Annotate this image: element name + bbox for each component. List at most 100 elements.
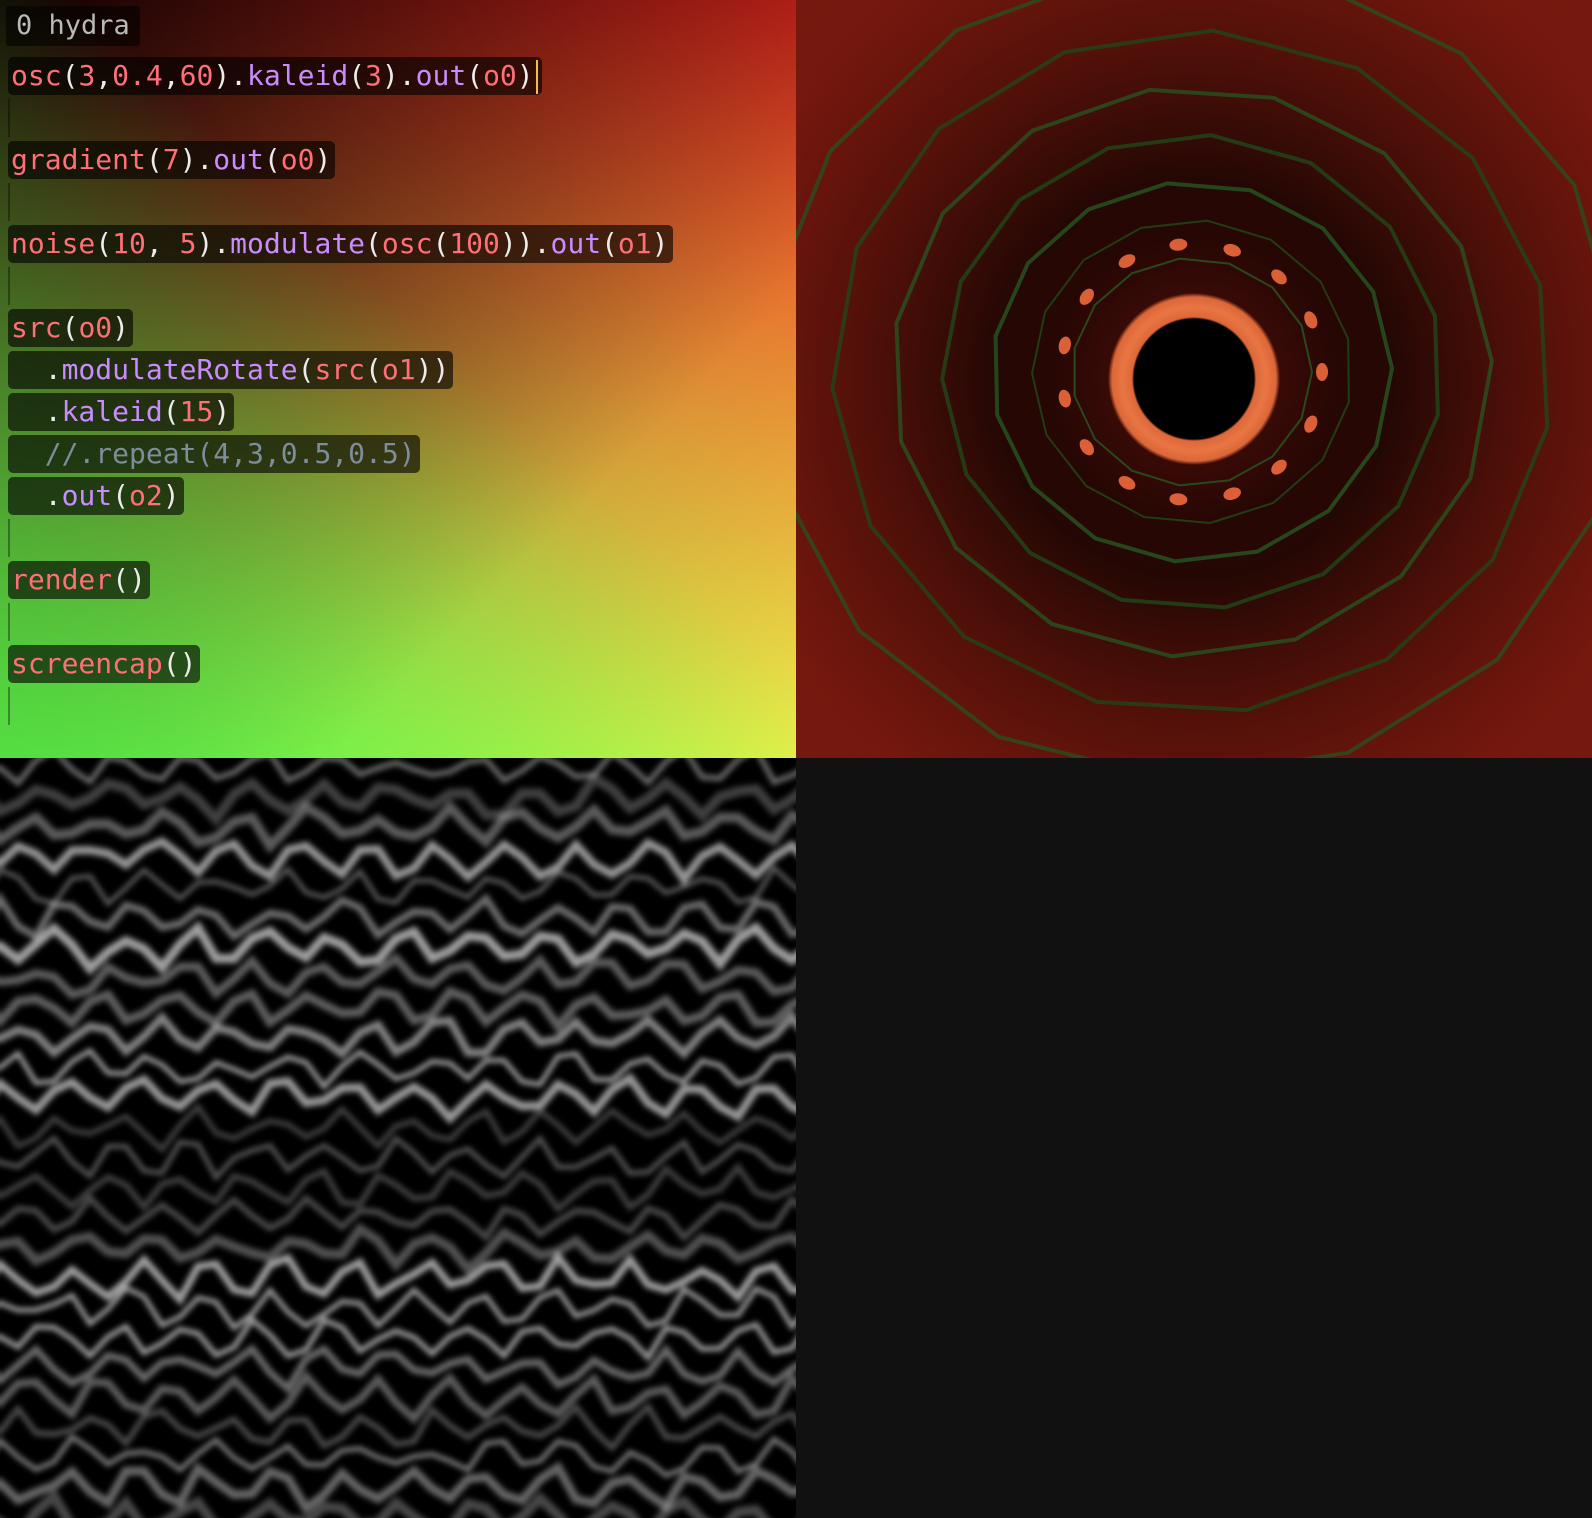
code-line[interactable] — [0, 685, 796, 727]
code-token: gradient — [11, 143, 146, 176]
code-token: ( — [263, 143, 281, 176]
code-token: 0.4 — [112, 59, 163, 92]
line-gutter-mark — [8, 603, 10, 641]
code-token: ( — [61, 59, 79, 92]
code-line[interactable] — [0, 265, 796, 307]
line-gutter-mark — [8, 183, 10, 221]
code-token: ) — [651, 227, 669, 260]
code-line[interactable] — [0, 517, 796, 559]
code-token: ). — [381, 59, 416, 92]
code-token: )) — [415, 353, 450, 386]
code-token: , — [162, 59, 180, 92]
line-gutter-mark — [8, 267, 10, 305]
code-token: src — [314, 353, 366, 386]
code-line[interactable]: .kaleid(15) — [0, 391, 796, 433]
code-token: ). — [213, 59, 248, 92]
code-line[interactable]: noise(10, 5).modulate(osc(100)).out(o1) — [0, 223, 796, 265]
editor-title: 0 hydra — [6, 6, 140, 46]
code-token: ) — [162, 479, 180, 512]
code-token: ). — [196, 227, 231, 260]
code-text[interactable]: //.repeat(4,3,0.5,0.5) — [8, 435, 420, 473]
code-text[interactable]: osc(3,0.4,60).kaleid(3).out(o0) — [8, 57, 542, 95]
code-token: 10 — [112, 227, 146, 260]
code-text[interactable]: render() — [8, 561, 150, 599]
code-token: ) — [112, 311, 130, 344]
code-token: kaleid — [61, 395, 163, 428]
code-text[interactable]: .kaleid(15) — [8, 393, 235, 431]
code-token: ( — [601, 227, 618, 260]
code-line[interactable]: gradient(7).out(o0) — [0, 139, 796, 181]
code-token: ) — [314, 143, 332, 176]
code-token: //.repeat(4,3,0.5,0.5) — [44, 437, 416, 470]
code-token: ) — [516, 59, 534, 92]
code-line[interactable]: screencap() — [0, 643, 796, 685]
code-token: , — [145, 227, 180, 260]
code-token: o0 — [483, 59, 517, 92]
code-token: )). — [499, 227, 551, 260]
hydra-canvas: 0 hydra osc(3,0.4,60).kaleid(3).out(o0) g… — [0, 0, 1592, 1518]
code-token: ( — [466, 59, 484, 92]
code-token: . — [44, 395, 62, 428]
code-token: ( — [365, 353, 382, 386]
code-token: 60 — [179, 59, 214, 92]
code-token: ( — [348, 59, 366, 92]
code-token: modulate — [230, 227, 366, 260]
code-lines[interactable]: osc(3,0.4,60).kaleid(3).out(o0) gradient(… — [0, 55, 796, 727]
code-token: ( — [95, 227, 113, 260]
code-token: , — [95, 59, 113, 92]
code-token: ( — [365, 227, 382, 260]
code-token: . — [44, 479, 62, 512]
text-cursor — [535, 60, 538, 94]
code-token: osc — [11, 59, 62, 92]
code-token: out — [213, 143, 264, 176]
code-line[interactable]: osc(3,0.4,60).kaleid(3).out(o0) — [0, 55, 796, 97]
output-o2-kaleid — [796, 0, 1592, 758]
code-token: screencap — [11, 647, 163, 680]
code-token: o1 — [617, 227, 652, 260]
code-line[interactable]: .out(o2) — [0, 475, 796, 517]
code-token: out — [61, 479, 113, 512]
code-token: 15 — [179, 395, 214, 428]
code-token: o2 — [129, 479, 163, 512]
code-token: 100 — [449, 227, 500, 260]
code-text[interactable]: .modulateRotate(src(o1)) — [8, 351, 454, 389]
kaleid-pattern — [796, 0, 1592, 758]
code-token: noise — [11, 227, 96, 260]
code-token: ( — [162, 395, 180, 428]
line-gutter-mark — [8, 687, 10, 725]
code-token: out — [550, 227, 602, 260]
code-token: o0 — [78, 311, 113, 344]
code-line[interactable]: src(o0) — [0, 307, 796, 349]
code-text[interactable]: gradient(7).out(o0) — [8, 141, 336, 179]
code-line[interactable]: .modulateRotate(src(o1)) — [0, 349, 796, 391]
code-token: modulateRotate — [61, 353, 298, 386]
code-token: () — [162, 647, 197, 680]
line-gutter-mark — [8, 519, 10, 557]
code-line[interactable]: render() — [0, 559, 796, 601]
code-token: render — [11, 563, 113, 596]
code-line[interactable] — [0, 181, 796, 223]
code-text[interactable]: noise(10, 5).modulate(osc(100)).out(o1) — [8, 225, 673, 263]
code-token: 3 — [365, 59, 382, 92]
code-line[interactable]: //.repeat(4,3,0.5,0.5) — [0, 433, 796, 475]
noise-pattern — [0, 758, 796, 1518]
code-text[interactable]: screencap() — [8, 645, 201, 683]
line-gutter-mark — [8, 99, 10, 137]
code-token: o0 — [280, 143, 315, 176]
code-text[interactable]: src(o0) — [8, 309, 134, 347]
code-token: ( — [297, 353, 315, 386]
code-token: ( — [112, 479, 130, 512]
code-token: ) — [213, 395, 231, 428]
output-o3-empty — [796, 758, 1592, 1518]
code-line[interactable] — [0, 601, 796, 643]
code-token: () — [112, 563, 146, 596]
code-token: kaleid — [247, 59, 349, 92]
code-token: osc — [381, 227, 433, 260]
code-line[interactable] — [0, 97, 796, 139]
code-editor[interactable]: 0 hydra osc(3,0.4,60).kaleid(3).out(o0) g… — [0, 0, 796, 758]
code-token: o1 — [381, 353, 416, 386]
code-token: 7 — [162, 143, 180, 176]
code-text[interactable]: .out(o2) — [8, 477, 184, 515]
code-token: ( — [145, 143, 163, 176]
code-token: out — [415, 59, 467, 92]
